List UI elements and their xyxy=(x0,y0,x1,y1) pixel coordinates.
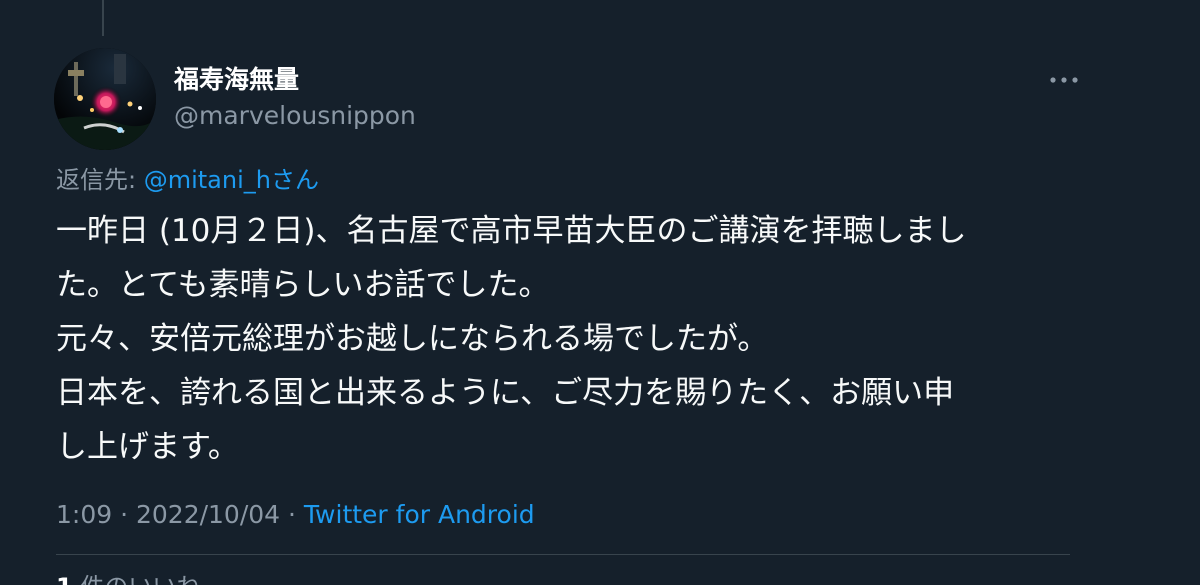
tweet-date[interactable]: 2022/10/04 xyxy=(136,500,280,529)
divider xyxy=(56,554,1070,555)
tweet-time[interactable]: 1:09 xyxy=(56,500,112,529)
author-handle[interactable]: @marvelousnippon xyxy=(174,99,416,133)
more-horizontal-icon xyxy=(1050,77,1078,83)
likes-stat[interactable]: 1 件のいいね xyxy=(56,572,200,585)
tweet-text-line: 一昨日 (10月２日)、名古屋で高市早苗大臣のご講演を拝聴しまし xyxy=(56,213,967,249)
reply-to-mention-link[interactable]: @mitani_h xyxy=(144,166,271,194)
tweet-text-line: 日本を、誇れる国と出来るように、ご尽力を賜りたく、お願い申 xyxy=(56,375,955,411)
more-options-button[interactable] xyxy=(1040,66,1088,94)
tweet-text-line: し上げます。 xyxy=(56,429,239,465)
thread-connector-line xyxy=(102,0,104,36)
author-display-name[interactable]: 福寿海無量 xyxy=(174,63,299,97)
tweet-text-line: 元々、安倍元総理がお越しになられる場でしたが。 xyxy=(56,321,769,357)
reply-to-prefix: 返信先: xyxy=(56,166,144,194)
tweet-source-link[interactable]: Twitter for Android xyxy=(304,500,535,529)
likes-count: 1 xyxy=(56,573,73,585)
avatar-image xyxy=(54,48,156,150)
reply-to-suffix: さん xyxy=(270,166,319,194)
avatar[interactable] xyxy=(54,48,156,150)
tweet-text-line: た。とても素晴らしいお話でした。 xyxy=(56,267,550,303)
tweet-metadata: 1:09 · 2022/10/04 · Twitter for Android xyxy=(56,495,535,535)
tweet-detail: 福寿海無量 @marvelousnippon 返信先: @mitani_hさん … xyxy=(0,0,1200,585)
reply-to-context: 返信先: @mitani_hさん xyxy=(56,163,319,197)
tweet-text: 一昨日 (10月２日)、名古屋で高市早苗大臣のご講演を拝聴しまし た。とても素晴… xyxy=(56,204,1096,474)
meta-separator: · xyxy=(280,500,304,529)
meta-separator: · xyxy=(112,500,136,529)
likes-label: 件のいいね xyxy=(80,573,200,585)
